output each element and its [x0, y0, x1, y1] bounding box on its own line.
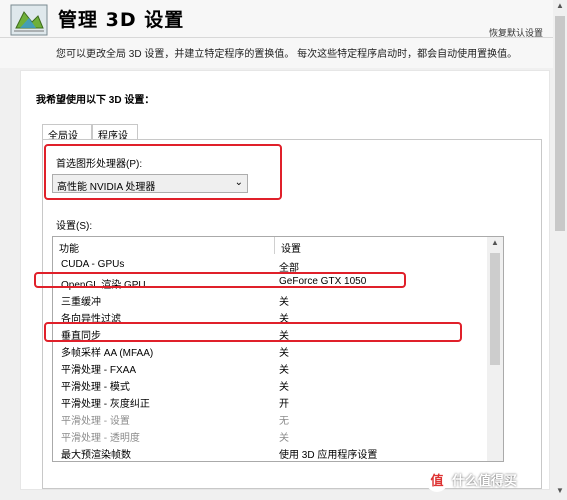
- table-row[interactable]: 三重缓冲 关: [53, 290, 487, 308]
- value-cell: 关: [279, 297, 289, 308]
- value-cell: 开: [279, 399, 289, 410]
- page-title: 管理 3D 设置: [58, 9, 185, 31]
- column-header-feature[interactable]: 功能: [53, 237, 275, 255]
- tab-global-settings[interactable]: 全局设置: [42, 124, 92, 157]
- feature-cell: CUDA - GPUs: [61, 259, 125, 270]
- settings-label: 设置(S):: [56, 221, 93, 232]
- scroll-up-arrow-icon[interactable]: ▲: [553, 1, 567, 10]
- scrollbar-thumb[interactable]: [555, 16, 565, 231]
- page-scrollbar[interactable]: ▲ ▼: [553, 0, 567, 500]
- watermark-text: 什么值得买: [452, 473, 518, 488]
- description-area: 您可以更改全局 3D 设置，并建立特定程序的置换值。 每次这些特定程序启动时，都…: [0, 38, 567, 68]
- tab-program-settings[interactable]: 程序设置: [92, 124, 138, 157]
- value-cell: 关: [279, 365, 289, 376]
- highlight-vsync-row: [44, 322, 462, 342]
- highlight-preferred-gpu: [44, 144, 282, 200]
- watermark-logo: 值: [426, 470, 448, 492]
- table-row[interactable]: 平滑处理 - FXAA 关: [53, 358, 487, 376]
- table-row[interactable]: 平滑处理 - 透明度 关: [53, 426, 487, 444]
- feature-cell: 最大预渲染帧数: [61, 450, 131, 461]
- table-row[interactable]: 多帧采样 AA (MFAA) 关: [53, 341, 487, 359]
- settings-table: 功能 设置 CUDA - GPUs 全部 OpenGL 渲染 GPU GeFor…: [52, 236, 504, 462]
- table-row[interactable]: 平滑处理 - 设置 无: [53, 409, 487, 427]
- table-row[interactable]: 平滑处理 - 模式 关: [53, 375, 487, 393]
- highlight-opengl-row: [34, 272, 406, 288]
- scroll-up-arrow-icon[interactable]: ▲: [487, 238, 503, 252]
- feature-cell: 平滑处理 - FXAA: [61, 365, 137, 376]
- feature-cell: 三重缓冲: [61, 297, 101, 308]
- description-text: 您可以更改全局 3D 设置，并建立特定程序的置换值。 每次这些特定程序启动时，都…: [56, 49, 518, 60]
- feature-cell: 平滑处理 - 模式: [61, 382, 130, 393]
- table-scrollbar[interactable]: ▲: [487, 237, 503, 461]
- column-header-setting[interactable]: 设置: [275, 237, 485, 255]
- value-cell: 关: [279, 348, 289, 359]
- feature-cell: 平滑处理 - 透明度: [61, 433, 140, 444]
- header-bar: 管理 3D 设置 恢复默认设置: [0, 0, 567, 38]
- table-row[interactable]: CUDA - GPUs 全部: [53, 256, 487, 274]
- table-row[interactable]: 最大预渲染帧数 使用 3D 应用程序设置: [53, 443, 487, 461]
- scroll-down-arrow-icon[interactable]: ▼: [553, 486, 567, 500]
- feature-cell: 多帧采样 AA (MFAA): [61, 348, 154, 359]
- value-cell: 使用 3D 应用程序设置: [279, 450, 378, 461]
- scrollbar-thumb[interactable]: [490, 253, 500, 365]
- value-cell: 关: [279, 382, 289, 393]
- 3d-settings-icon: [10, 4, 48, 36]
- value-cell: 关: [279, 433, 289, 444]
- value-cell: 无: [279, 416, 289, 427]
- feature-cell: 平滑处理 - 灰度纠正: [61, 399, 150, 410]
- section-title: 我希望使用以下 3D 设置：: [36, 95, 155, 106]
- feature-cell: 平滑处理 - 设置: [61, 416, 130, 427]
- table-row[interactable]: 平滑处理 - 灰度纠正 开: [53, 392, 487, 410]
